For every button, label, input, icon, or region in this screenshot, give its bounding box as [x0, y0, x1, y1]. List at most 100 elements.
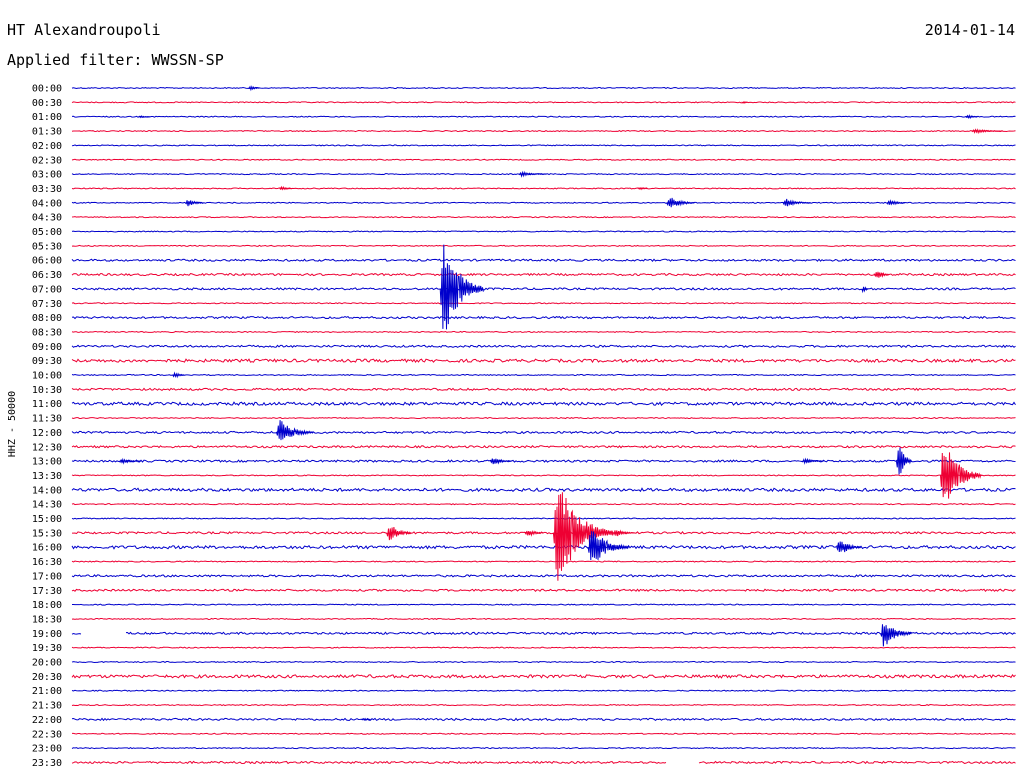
trace-line — [71, 574, 1016, 578]
trace-line — [71, 544, 1016, 550]
trace-line — [71, 330, 1016, 334]
row-time-label: 22:30 — [32, 729, 62, 740]
seismic-event — [276, 420, 314, 441]
trace-line — [71, 445, 1016, 449]
row-time-label: 21:00 — [32, 686, 62, 697]
seismic-event — [361, 717, 371, 722]
trace-line — [71, 588, 1016, 593]
seismogram-plot: 00:00 00:30 01:00 01:30 02:00 02:30 03:00 03:30… — [7, 84, 1016, 769]
trace-line — [71, 258, 1016, 262]
row-time-label: 18:30 — [32, 614, 62, 625]
seismic-event — [782, 198, 812, 207]
row-time-label: 10:30 — [32, 385, 62, 396]
row-time-label: 09:30 — [32, 356, 62, 367]
trace-line — [71, 487, 1016, 493]
seismic-event — [880, 624, 912, 647]
trace-line — [71, 230, 1016, 233]
trace-line — [71, 617, 1016, 621]
seismic-event — [801, 457, 824, 465]
row-time-label: 22:00 — [32, 715, 62, 726]
trace-line — [71, 244, 1016, 247]
row-time-label: 04:30 — [32, 213, 62, 224]
row-time-label: 11:00 — [32, 399, 62, 410]
trace-line — [71, 216, 1016, 219]
row-time-label: 14:00 — [32, 485, 62, 496]
seismic-event — [971, 128, 1003, 135]
row-time-label: 20:00 — [32, 658, 62, 669]
row-time-label: 08:30 — [32, 327, 62, 338]
seismic-event — [873, 271, 890, 278]
row-time-label: 21:30 — [32, 701, 62, 712]
row-time-label: 19:00 — [32, 629, 62, 640]
trace-line — [71, 302, 1016, 305]
trace-line — [71, 417, 1016, 420]
trace-line — [71, 187, 1016, 190]
row-time-label: 20:30 — [32, 672, 62, 683]
trace-line — [71, 760, 1016, 765]
trace-line — [71, 517, 1016, 520]
row-time-label: 14:30 — [32, 500, 62, 511]
row-time-label: 18:00 — [32, 600, 62, 611]
trace-line — [71, 560, 1016, 563]
seismic-event — [587, 531, 630, 561]
trace-line — [71, 86, 1016, 90]
row-time-label: 05:00 — [32, 227, 62, 238]
seismic-event — [184, 200, 204, 207]
seismic-event — [172, 371, 185, 379]
row-time-label: 02:00 — [32, 141, 62, 152]
row-time-label: 09:00 — [32, 342, 62, 353]
row-time-label: 11:30 — [32, 414, 62, 425]
trace-line — [71, 344, 1016, 349]
seismic-event — [836, 541, 862, 553]
row-time-label: 17:00 — [32, 571, 62, 582]
trace-line — [71, 474, 1016, 477]
row-time-label: 10:00 — [32, 371, 62, 382]
row-time-label: 16:30 — [32, 557, 62, 568]
seismic-event — [666, 197, 695, 208]
trace-line — [71, 603, 1016, 606]
row-time-label: 00:30 — [32, 98, 62, 109]
channel-label: HHZ - 50000 — [7, 391, 18, 457]
row-time-label: 06:30 — [32, 270, 62, 281]
seismic-event — [552, 492, 614, 581]
row-time-label: 06:00 — [32, 256, 62, 267]
time-labels: 00:00 00:30 01:00 01:30 02:00 02:30 03:00 03:30… — [32, 84, 62, 769]
row-time-label: 23:00 — [32, 744, 62, 755]
seismic-event — [137, 115, 150, 119]
trace-line — [71, 689, 1016, 692]
trace-line — [71, 287, 1016, 291]
row-time-label: 02:30 — [32, 155, 62, 166]
row-time-label: 05:30 — [32, 241, 62, 252]
trace-line — [71, 115, 1016, 118]
trace-line — [71, 646, 1016, 649]
seismic-event — [247, 85, 261, 92]
trace-line — [71, 531, 1016, 535]
trace-line — [71, 717, 1016, 722]
trace-line — [71, 315, 1016, 320]
trace-line — [71, 201, 1016, 204]
trace-line — [71, 660, 1016, 664]
trace-line — [71, 430, 1016, 435]
trace-line — [71, 631, 1016, 636]
seismic-event — [895, 447, 913, 475]
trace-line — [71, 503, 1016, 506]
row-time-label: 16:00 — [32, 543, 62, 554]
trace-line — [71, 101, 1016, 104]
row-time-label: 13:00 — [32, 457, 62, 468]
row-time-label: 15:30 — [32, 528, 62, 539]
trace-line — [71, 459, 1016, 463]
trace-line — [71, 747, 1016, 750]
row-time-label: 07:00 — [32, 284, 62, 295]
row-time-label: 08:00 — [32, 313, 62, 324]
trace-line — [71, 144, 1016, 147]
seismic-event — [524, 529, 544, 537]
trace-line — [71, 732, 1016, 735]
trace-line — [71, 387, 1016, 392]
row-time-label: 00:00 — [32, 84, 62, 95]
seismic-event — [886, 199, 906, 206]
row-time-label: 13:30 — [32, 471, 62, 482]
trace-line — [71, 673, 1016, 679]
seismic-event — [518, 170, 547, 178]
trace-line — [71, 129, 1016, 133]
traces — [71, 85, 1016, 765]
